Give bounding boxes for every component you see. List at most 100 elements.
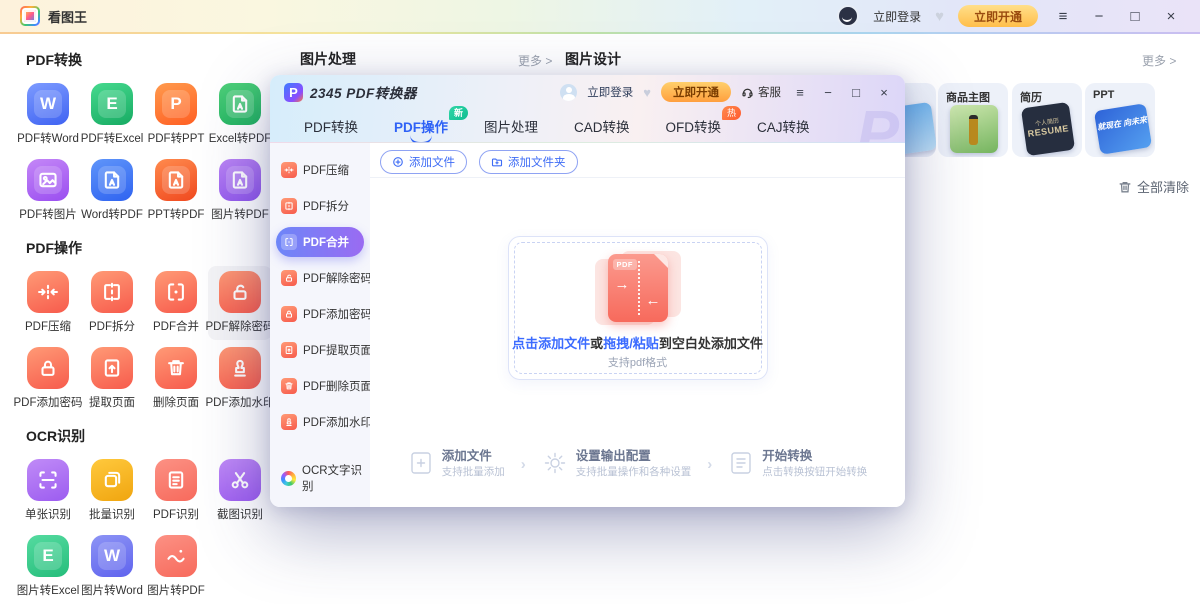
sidebar-item-batch-ocr[interactable]: 批量识别 <box>80 454 144 528</box>
tab-caj-convert[interactable]: CAJ转换 <box>757 116 810 136</box>
convert-doc-icon <box>728 450 754 476</box>
user-avatar-icon[interactable] <box>837 5 859 27</box>
menu-item-pdf-compress[interactable]: PDF压缩 <box>276 152 364 188</box>
sidebar-item-image-to-pdf-ocr[interactable]: 图片转PDF <box>144 530 208 604</box>
compress-icon <box>27 271 69 313</box>
sidebar-item-screenshot-ocr[interactable]: 截图识别 <box>208 454 272 528</box>
sidebar-item-image-to-pdf[interactable]: 图片转PDF <box>208 154 272 228</box>
split-icon <box>91 271 133 313</box>
menu-item-pdf-watermark[interactable]: PDF添加水印 <box>276 404 364 440</box>
sidebar-item-image-to-excel[interactable]: E图片转Excel <box>16 530 80 604</box>
sidebar-item-excel-to-pdf[interactable]: Excel转PDF <box>208 78 272 152</box>
sidebar-item-pdf-to-image[interactable]: PDF转图片 <box>16 154 80 228</box>
more-link-image-design[interactable]: 更多 > <box>1142 52 1176 69</box>
dropzone-hint: 支持pdf格式 <box>509 354 767 370</box>
user-avatar-icon[interactable] <box>560 84 577 101</box>
sidebar-item-pdf-to-word[interactable]: WPDF转Word <box>16 78 80 152</box>
sidebar-item-word-to-pdf[interactable]: Word转PDF <box>80 154 144 228</box>
modal-maximize-button[interactable]: □ <box>847 85 865 100</box>
card-image: 就现在 向未来 <box>1094 103 1152 155</box>
sidebar-item-ppt-to-pdf[interactable]: PPT转PDF <box>144 154 208 228</box>
menu-item-pdf-add-password[interactable]: PDF添加密码 <box>276 296 364 332</box>
batch-icon <box>91 459 133 501</box>
pdf-page-icon <box>219 159 261 201</box>
headset-icon <box>741 86 754 99</box>
design-card-product[interactable]: 商品主图 <box>938 83 1008 157</box>
gear-icon <box>542 450 568 476</box>
sidebar-item-pdf-split[interactable]: PDF拆分 <box>80 266 144 340</box>
menu-item-pdf-unlock[interactable]: PDF解除密码 <box>276 260 364 296</box>
ppt-icon: P <box>155 83 197 125</box>
ocr-rainbow-icon <box>281 471 296 486</box>
add-file-button[interactable]: 添加文件 <box>380 150 467 174</box>
menu-item-pdf-merge[interactable]: PDF合并 <box>276 227 364 257</box>
tab-image-processing[interactable]: 图片处理 <box>484 116 538 136</box>
trash-icon <box>281 378 297 394</box>
app-title: 看图王 <box>48 7 87 26</box>
menu-item-ocr[interactable]: OCR文字识别 <box>281 462 370 494</box>
lock-icon <box>27 347 69 389</box>
panel-title-image-processing: 图片处理 <box>300 49 356 69</box>
modal-minimize-button[interactable]: − <box>819 85 837 100</box>
chevron-right-icon: › <box>707 456 712 473</box>
unlock-icon <box>281 270 297 286</box>
design-card-ppt[interactable]: PPT 就现在 向未来 <box>1085 83 1155 157</box>
menu-icon[interactable]: ≡ <box>1052 8 1074 25</box>
design-card-resume[interactable]: 简历 个人简历 RESUME <box>1012 83 1082 157</box>
modal-close-button[interactable]: × <box>875 85 893 100</box>
modal-toolbar: 添加文件 添加文件夹 <box>370 143 905 178</box>
modal-upgrade-button[interactable]: 立即开通 <box>661 82 731 102</box>
trash-icon <box>1118 180 1132 194</box>
login-link[interactable]: 立即登录 <box>873 8 921 25</box>
clear-all-button[interactable]: 全部清除 <box>1118 177 1189 196</box>
modal-tabs: PDF转换 PDF操作新 图片处理 CAD转换 OFD转换热 CAJ转换 <box>270 109 905 143</box>
sidebar-item-extract-pages[interactable]: 提取页面 <box>80 342 144 416</box>
extract-icon <box>91 347 133 389</box>
sidebar-item-pdf-unlock[interactable]: PDF解除密码 <box>208 266 272 340</box>
sidebar-item-pdf-to-excel[interactable]: EPDF转Excel <box>80 78 144 152</box>
sidebar-item-pdf-add-password[interactable]: PDF添加密码 <box>16 342 80 416</box>
add-folder-button[interactable]: 添加文件夹 <box>479 150 578 174</box>
menu-item-pdf-extract-pages[interactable]: PDF提取页面 <box>276 332 364 368</box>
plus-circle-icon <box>392 156 404 168</box>
sidebar-item-delete-pages[interactable]: 删除页面 <box>144 342 208 416</box>
sidebar-item-pdf-to-ppt[interactable]: PPDF转PPT <box>144 78 208 152</box>
more-link-image-processing[interactable]: 更多 > <box>518 52 552 69</box>
modal-login-link[interactable]: 立即登录 <box>587 84 633 100</box>
sidebar-item-image-to-word[interactable]: W图片转Word <box>80 530 144 604</box>
sidebar-item-pdf-compress[interactable]: PDF压缩 <box>16 266 80 340</box>
card-image <box>950 105 998 153</box>
minimize-button[interactable]: − <box>1088 8 1110 25</box>
sidebar: PDF转换 WPDF转Word EPDF转Excel PPDF转PPT Exce… <box>16 40 274 604</box>
app-titlebar: 看图王 立即登录 ♥ 立即开通 ≡ − □ × <box>0 0 1200 32</box>
modal-content: 添加文件 添加文件夹 PDF → ← 点击添加文件或拖拽/粘贴到空白处添加文件 … <box>370 143 905 507</box>
modal-menu-icon[interactable]: ≡ <box>791 85 809 100</box>
file-dropzone[interactable]: PDF → ← 点击添加文件或拖拽/粘贴到空白处添加文件 支持pdf格式 <box>508 236 768 380</box>
hot-badge: 热 <box>722 106 741 120</box>
document-icon <box>155 459 197 501</box>
sidebar-item-single-ocr[interactable]: 单张识别 <box>16 454 80 528</box>
sidebar-item-add-watermark[interactable]: PDF添加水印 <box>208 342 272 416</box>
wave-icon <box>155 535 197 577</box>
file-plus-icon <box>408 450 434 476</box>
sidebar-item-pdf-ocr[interactable]: PDF识别 <box>144 454 208 528</box>
step-start-convert: 开始转换点击转换按钮开始转换 <box>728 448 867 481</box>
menu-item-pdf-split[interactable]: PDF拆分 <box>276 188 364 224</box>
tab-pdf-ops[interactable]: PDF操作新 <box>394 116 448 136</box>
modal-title: 2345 PDF转换器 <box>310 82 417 102</box>
upgrade-button[interactable]: 立即开通 <box>958 5 1038 27</box>
tab-cad-convert[interactable]: CAD转换 <box>574 116 630 136</box>
customer-service-button[interactable]: 客服 <box>741 84 781 100</box>
scissors-icon <box>219 459 261 501</box>
menu-item-pdf-delete-pages[interactable]: PDF删除页面 <box>276 368 364 404</box>
panel-title-image-design: 图片设计 <box>565 49 621 69</box>
maximize-button[interactable]: □ <box>1124 8 1146 25</box>
heart-icon[interactable]: ♥ <box>935 8 944 25</box>
tab-ofd-convert[interactable]: OFD转换热 <box>666 116 722 136</box>
tab-pdf-convert[interactable]: PDF转换 <box>304 116 358 136</box>
merge-icon <box>281 234 297 250</box>
excel-icon: E <box>91 83 133 125</box>
close-button[interactable]: × <box>1160 8 1182 25</box>
pdf-page-icon <box>219 83 261 125</box>
sidebar-item-pdf-merge[interactable]: PDF合并 <box>144 266 208 340</box>
